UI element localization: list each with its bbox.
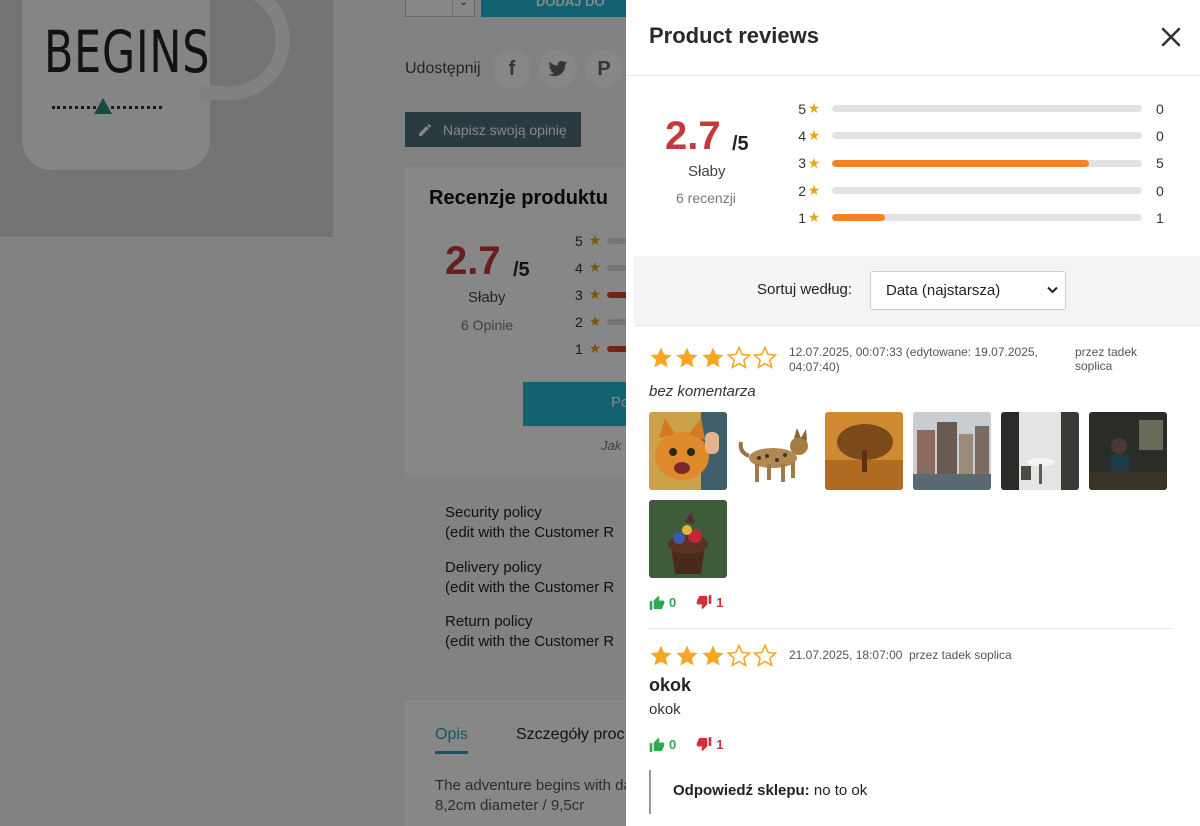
star-filled-icon: [675, 346, 699, 370]
cat-photo[interactable]: [649, 412, 727, 490]
review-images: [649, 412, 1179, 578]
sort-select[interactable]: Data (najstarsza): [870, 271, 1066, 310]
star-empty-icon: [752, 643, 778, 668]
panel-title: Product reviews: [649, 23, 819, 48]
star-icon: ★: [807, 209, 821, 226]
distribution-row: 5 ★ 0: [794, 95, 1176, 122]
dislike-count: 1: [716, 737, 724, 752]
star-empty-icon: [726, 345, 752, 370]
sort-selected-value: Data (najstarsza): [886, 282, 1001, 299]
sort-bar: Sortuj według: Data (najstarsza): [634, 256, 1200, 326]
like-button[interactable]: 0: [649, 595, 676, 610]
review-author: przez tadek soplica: [1075, 345, 1138, 373]
chevron-down-icon: [1047, 283, 1058, 297]
star-empty-icon: [752, 345, 778, 370]
star-filled-icon: [649, 644, 673, 668]
distribution-count: 5: [1156, 155, 1164, 172]
review-stars: [649, 643, 778, 668]
star-empty-icon: [726, 643, 752, 668]
review-author: przez tadek soplica: [909, 648, 1012, 662]
dislike-count: 1: [716, 595, 724, 610]
bengal-cat-photo[interactable]: [737, 412, 815, 490]
dislike-button[interactable]: 1: [696, 595, 723, 610]
review-item: 12.07.2025, 00:07:33 (edytowane: 19.07.2…: [649, 345, 1173, 626]
distribution-bar: [832, 159, 1142, 167]
distribution-bar-fill: [832, 159, 1090, 167]
review-count: 6 recenzji: [676, 190, 736, 206]
distribution-stars: 1: [798, 209, 806, 226]
star-filled-icon: [675, 644, 699, 668]
shop-reply-text: no to ok: [813, 782, 868, 799]
review-date: 12.07.2025, 00:07:33 (edytowane: 19.07.2…: [789, 345, 1038, 374]
review-date: 21.07.2025, 18:07:00: [789, 648, 903, 662]
distribution-row: 1 ★ 1: [794, 204, 1176, 231]
distribution-row: 4 ★ 0: [794, 122, 1176, 149]
dislike-button[interactable]: 1: [696, 737, 723, 752]
close-icon[interactable]: [1156, 22, 1186, 52]
panel-header: Product reviews: [626, 0, 1200, 76]
distribution-row: 2 ★ 0: [794, 177, 1176, 204]
distribution-stars: 2: [798, 182, 806, 199]
thumbs-up-icon: [649, 595, 665, 610]
distribution-bar: [832, 105, 1142, 113]
shop-reply-label: Odpowiedź sklepu:: [673, 782, 810, 799]
restaurant-photo[interactable]: [1089, 412, 1167, 490]
star-icon: ★: [807, 127, 821, 144]
rating-label: Słaby: [688, 163, 726, 180]
star-filled-icon: [701, 644, 725, 668]
thumbs-up-icon: [649, 737, 665, 752]
distribution-count: 0: [1156, 182, 1164, 199]
distribution-count: 0: [1156, 127, 1164, 144]
modal-backdrop[interactable]: [0, 0, 626, 826]
thumbs-down-icon: [696, 737, 712, 752]
review-votes: 0 1: [649, 737, 723, 752]
rating-out-of: /5: [732, 133, 749, 155]
distribution-bar: [832, 187, 1142, 195]
cupcake-photo[interactable]: [649, 500, 727, 578]
tree-sunset-photo[interactable]: [825, 412, 903, 490]
star-icon: ★: [807, 182, 821, 199]
average-rating: 2.7: [665, 114, 721, 158]
like-button[interactable]: 0: [649, 737, 676, 752]
shop-reply: Odpowiedź sklepu: no to ok: [649, 770, 1173, 814]
sort-label: Sortuj według:: [757, 281, 853, 298]
star-icon: ★: [807, 154, 821, 171]
review-stars: [649, 345, 778, 370]
review-text: okok: [649, 701, 681, 718]
distribution-row: 3 ★ 5: [794, 150, 1176, 177]
city-buildings-photo[interactable]: [913, 412, 991, 490]
like-count: 0: [669, 595, 677, 610]
distribution-bar-fill: [832, 214, 885, 222]
like-count: 0: [669, 737, 677, 752]
distribution-count: 1: [1156, 209, 1164, 226]
review-title: okok: [649, 675, 692, 695]
distribution-stars: 5: [798, 100, 806, 117]
distribution-bar: [832, 132, 1142, 140]
star-filled-icon: [649, 346, 673, 370]
star-filled-icon: [701, 346, 725, 370]
distribution-bar: [832, 214, 1142, 222]
rating-distribution: 5 ★ 0 4 ★ 0 3 ★ 5 2 ★ 0 1 ★ 1: [794, 95, 1176, 231]
cafe-interior-photo[interactable]: [1001, 412, 1079, 490]
distribution-stars: 4: [798, 127, 806, 144]
thumbs-down-icon: [696, 595, 712, 610]
star-icon: ★: [807, 100, 821, 117]
review-votes: 0 1: [649, 595, 723, 610]
reviews-panel: Product reviews 2.7 /5 Słaby 6 recenzji …: [626, 0, 1200, 826]
review-text: bez komentarza: [649, 383, 756, 400]
review-divider: [649, 628, 1173, 629]
distribution-stars: 3: [798, 155, 806, 172]
distribution-count: 0: [1156, 100, 1164, 117]
